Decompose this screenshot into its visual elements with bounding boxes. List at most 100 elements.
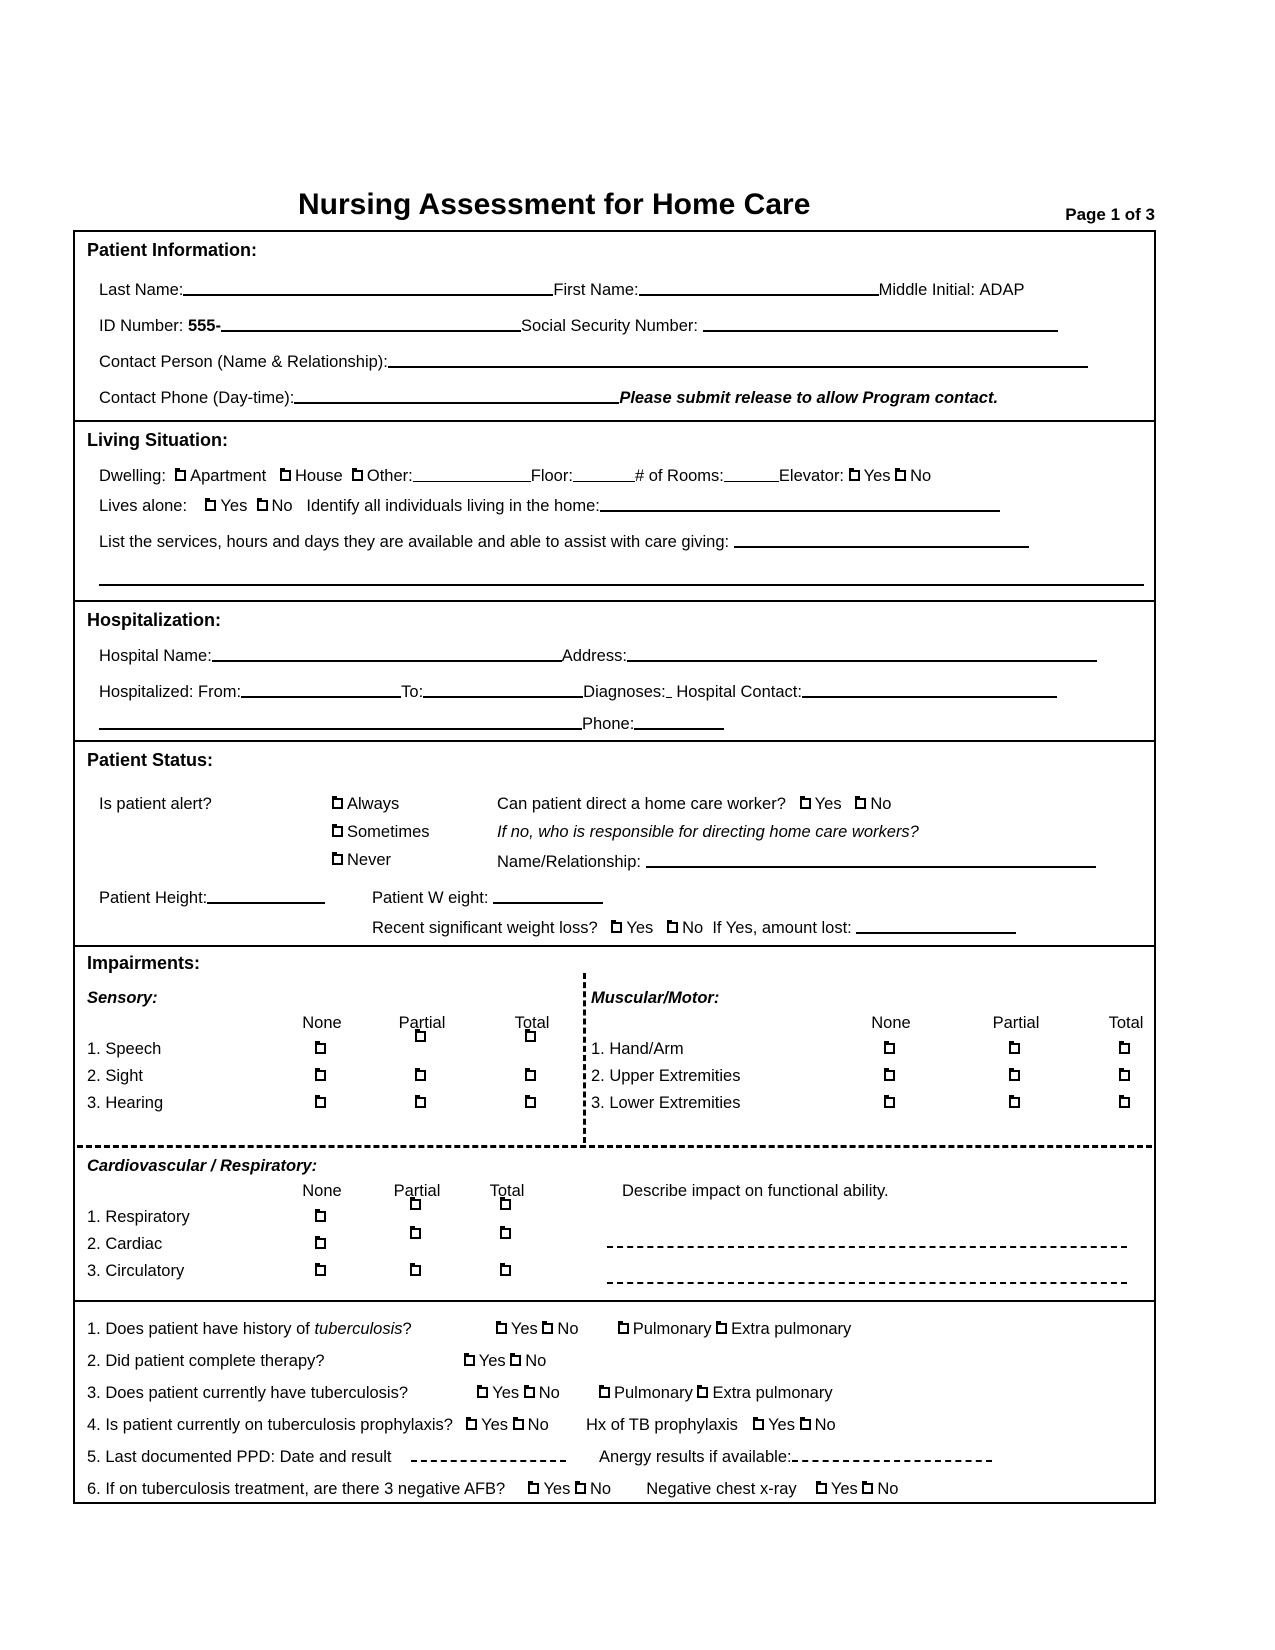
diagnoses-input[interactable] xyxy=(665,684,672,698)
checkbox-weight-loss-no[interactable] xyxy=(667,920,679,933)
checkbox-hearing-partial[interactable] xyxy=(414,1095,426,1108)
describe-impact-label: Describe impact on functional ability. xyxy=(622,1182,889,1200)
hospital-contact-input[interactable] xyxy=(801,682,1057,698)
checkbox-circulatory-total[interactable] xyxy=(499,1263,511,1276)
checkbox-cardiac-total[interactable] xyxy=(499,1226,511,1239)
checkbox-hand-arm-none[interactable] xyxy=(883,1041,895,1054)
name-relationship-input[interactable] xyxy=(645,852,1096,868)
checkbox-alert-sometimes[interactable] xyxy=(332,824,343,837)
checkbox-lives-alone-no[interactable] xyxy=(256,498,268,511)
hospitalized-to-input[interactable] xyxy=(423,682,584,698)
hospitalized-from-input[interactable] xyxy=(241,682,402,698)
checkbox-upper-extremities-total[interactable] xyxy=(1118,1068,1130,1081)
checkbox-complete-therapy-yes[interactable] xyxy=(463,1353,475,1366)
checkbox-sight-total[interactable] xyxy=(524,1068,536,1081)
checkbox-speech-total[interactable] xyxy=(524,1029,536,1042)
checkbox-current-tb-extra-pulmonary[interactable] xyxy=(697,1385,709,1398)
checkbox-respiratory-total[interactable] xyxy=(499,1197,511,1210)
checkbox-lower-extremities-none[interactable] xyxy=(883,1095,895,1108)
checkbox-tb-history-no[interactable] xyxy=(542,1321,554,1334)
describe-impact-input-line1[interactable] xyxy=(607,1236,1127,1248)
services-input-line2[interactable] xyxy=(99,570,1144,586)
id-number-input[interactable] xyxy=(220,316,521,332)
checkbox-alert-never[interactable] xyxy=(332,852,343,865)
anergy-results-input[interactable] xyxy=(791,1450,992,1462)
contact-person-input[interactable] xyxy=(387,352,1088,368)
tb-q6-xray-label: Negative chest x-ray xyxy=(646,1480,797,1498)
checkbox-cardiac-none[interactable] xyxy=(314,1236,326,1249)
checkbox-lives-alone-yes[interactable] xyxy=(205,498,217,511)
checkbox-current-tb-pulmonary[interactable] xyxy=(599,1385,610,1398)
checkbox-lower-extremities-partial[interactable] xyxy=(1008,1095,1020,1108)
weight-loss-no-label: No xyxy=(682,919,704,937)
checkbox-elevator-no[interactable] xyxy=(895,468,907,481)
other-dwelling-input[interactable] xyxy=(412,468,531,482)
checkbox-lower-extremities-total[interactable] xyxy=(1118,1095,1130,1108)
checkbox-hx-prophylaxis-yes[interactable] xyxy=(753,1417,765,1430)
checkbox-circulatory-partial[interactable] xyxy=(409,1263,421,1276)
contact-phone-input[interactable] xyxy=(294,388,620,404)
ssn-input[interactable] xyxy=(702,316,1058,332)
hospital-phone-input[interactable] xyxy=(634,714,725,730)
ppd-date-result-input[interactable] xyxy=(410,1450,566,1462)
table-row: 3. Hearing xyxy=(87,1094,582,1121)
services-input-line1[interactable] xyxy=(733,532,1029,548)
checkbox-alert-always[interactable] xyxy=(332,796,343,809)
diagnoses-continuation-input[interactable] xyxy=(99,714,582,730)
checkbox-apartment[interactable] xyxy=(175,468,187,481)
amount-lost-input[interactable] xyxy=(856,918,1017,934)
checkbox-speech-partial[interactable] xyxy=(414,1029,426,1042)
floor-input[interactable] xyxy=(572,468,635,482)
checkbox-prophylaxis-no[interactable] xyxy=(512,1417,524,1430)
patient-height-label: Patient Height: xyxy=(99,889,208,907)
row-contact-person: Contact Person (Name & Relationship): xyxy=(87,352,1169,371)
first-name-input[interactable] xyxy=(638,280,879,296)
patient-weight-input[interactable] xyxy=(493,888,604,904)
identify-individuals-input[interactable] xyxy=(599,496,1000,512)
address-input[interactable] xyxy=(626,646,1097,662)
checkbox-upper-extremities-none[interactable] xyxy=(883,1068,895,1081)
checkbox-upper-extremities-partial[interactable] xyxy=(1008,1068,1020,1081)
checkbox-speech-none[interactable] xyxy=(314,1041,326,1054)
checkbox-negative-afb-yes[interactable] xyxy=(528,1481,540,1494)
release-note: Please submit release to allow Program c… xyxy=(619,389,999,407)
checkbox-circulatory-none[interactable] xyxy=(314,1263,326,1276)
checkbox-tb-history-pulmonary[interactable] xyxy=(617,1321,629,1334)
checkbox-weight-loss-yes[interactable] xyxy=(611,920,623,933)
checkbox-hand-arm-partial[interactable] xyxy=(1008,1041,1020,1054)
checkbox-respiratory-none[interactable] xyxy=(314,1209,326,1222)
checkbox-chest-xray-no[interactable] xyxy=(862,1481,874,1494)
describe-impact-input-line2[interactable] xyxy=(607,1272,1127,1284)
checkbox-sight-partial[interactable] xyxy=(414,1068,426,1081)
lives-alone-label: Lives alone: xyxy=(99,497,188,515)
checkbox-tb-history-yes[interactable] xyxy=(495,1321,507,1334)
checkbox-hx-prophylaxis-no[interactable] xyxy=(799,1417,811,1430)
checkbox-current-tb-yes[interactable] xyxy=(477,1385,489,1398)
to-label: To: xyxy=(401,683,424,701)
section-patient-status: Patient Status: Is patient alert? Always… xyxy=(75,742,1154,947)
checkbox-current-tb-no[interactable] xyxy=(523,1385,535,1398)
checkbox-direct-yes[interactable] xyxy=(799,796,811,809)
checkbox-hand-arm-total[interactable] xyxy=(1118,1041,1130,1054)
checkbox-tb-history-extra-pulmonary[interactable] xyxy=(716,1321,728,1334)
checkbox-respiratory-partial[interactable] xyxy=(409,1197,421,1210)
rooms-input[interactable] xyxy=(723,468,779,482)
page-title: Nursing Assessment for Home Care xyxy=(298,188,811,221)
checkbox-prophylaxis-yes[interactable] xyxy=(466,1417,478,1430)
checkbox-sight-none[interactable] xyxy=(314,1068,326,1081)
checkbox-complete-therapy-no[interactable] xyxy=(510,1353,522,1366)
checkbox-elevator-yes[interactable] xyxy=(848,468,860,481)
checkbox-house[interactable] xyxy=(280,468,292,481)
checkbox-hearing-total[interactable] xyxy=(524,1095,536,1108)
checkbox-other-dwelling[interactable] xyxy=(351,468,363,481)
patient-height-input[interactable] xyxy=(207,888,326,904)
checkbox-chest-xray-yes[interactable] xyxy=(815,1481,827,1494)
checkbox-negative-afb-no[interactable] xyxy=(574,1481,586,1494)
checkbox-hearing-none[interactable] xyxy=(314,1095,326,1108)
hospital-name-input[interactable] xyxy=(211,646,562,662)
checkbox-cardiac-partial[interactable] xyxy=(409,1226,421,1239)
dwelling-label: Dwelling: xyxy=(99,467,166,485)
section-impairments: Impairments: Sensory: None Partial Total… xyxy=(75,947,1154,1302)
last-name-input[interactable] xyxy=(183,280,554,296)
checkbox-direct-no[interactable] xyxy=(855,796,867,809)
